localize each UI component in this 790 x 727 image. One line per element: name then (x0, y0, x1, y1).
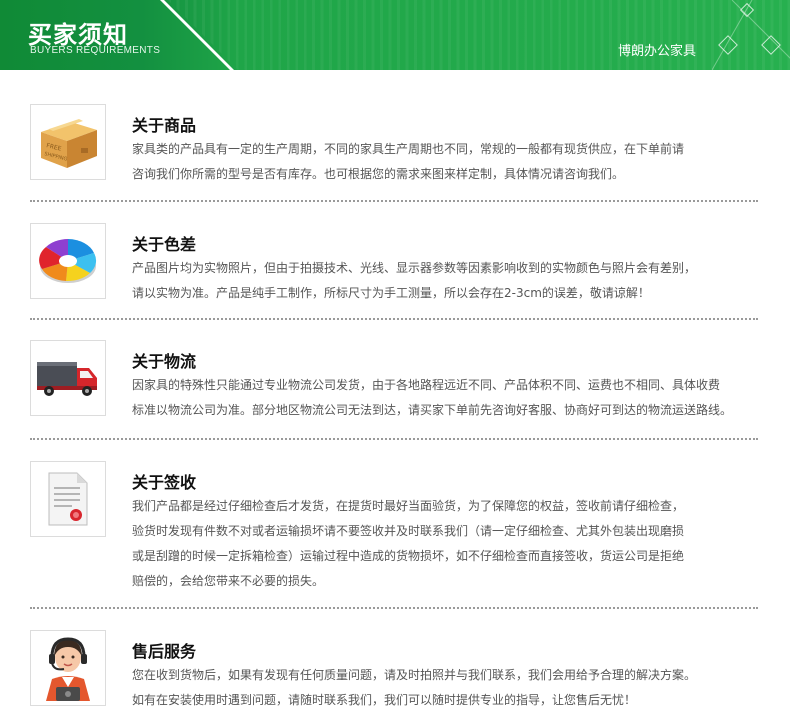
section-title: 关于物流 (132, 352, 197, 371)
customer-service-icon (46, 637, 90, 701)
section-text-line: 因家具的特殊性只能通过专业物流公司发货，由于各地路程远近不同、产品体积不同、运费… (132, 378, 721, 392)
section-title: 关于签收 (132, 473, 197, 492)
section-text-line: 我们产品都是经过仔细检查后才发货，在提货时最好当面验货，为了保障您的权益，签收前… (132, 499, 685, 513)
shipping-box-icon: FREE SHIPPING (41, 119, 97, 168)
section-text-line: 赔偿的，会给您带来不必要的损失。 (132, 574, 325, 588)
color-wheel-icon (39, 239, 97, 283)
dotted-divider (30, 438, 758, 440)
section-title: 关于商品 (132, 116, 197, 135)
section-icon-box (30, 630, 106, 706)
page-subtitle: BUYERS REQUIREMENTS (30, 45, 161, 56)
section-after-sales: 售后服务 您在收到货物后，如果有发现有任何质量问题，请及时拍照并与我们联系，我们… (30, 630, 760, 710)
brand-name: 博朗办公家具 (618, 44, 697, 59)
section-title: 关于色差 (132, 235, 197, 254)
dotted-divider (30, 200, 758, 202)
section-logistics: 关于物流 因家具的特殊性只能通过专业物流公司发货，由于各地路程远近不同、产品体积… (30, 340, 760, 420)
section-text-line: 家具类的产品具有一定的生产周期，不同的家具生产周期也不同，常规的一般都有现货供应… (132, 142, 685, 156)
section-icon-box (30, 461, 106, 537)
dotted-divider (30, 318, 758, 320)
section-icon-box (30, 340, 106, 416)
section-title: 售后服务 (132, 642, 197, 661)
dotted-divider (30, 607, 758, 609)
section-icon-box (30, 223, 106, 299)
section-text-line: 请以实物为准。产品是纯手工制作，所标尺寸为手工测量，所以会存在2-3cm的误差，… (132, 286, 650, 300)
header-stripes (168, 0, 790, 70)
section-color-difference: 关于色差 产品图片均为实物照片，但由于拍摄技术、光线、显示器参数等因素影响收到的… (30, 223, 760, 303)
section-text-line: 如有在安装使用时遇到问题，请随时联系我们，我们可以随时提供专业的指导，让您售后无… (132, 693, 637, 707)
section-product: FREE SHIPPING 关于商品 家具类的产品具有一定的生产周期，不同的家具… (30, 104, 760, 184)
document-seal-icon (48, 472, 88, 526)
section-icon-box: FREE SHIPPING (30, 104, 106, 180)
section-text-line: 验货时发现有件数不对或者运输损坏请不要签收并及时联系我们（请一定仔细检查、尤其外… (132, 524, 685, 538)
header-banner: 买家须知 BUYERS REQUIREMENTS 博朗办公家具 (0, 0, 790, 70)
section-text-line: 标准以物流公司为准。部分地区物流公司无法到达，请买家下单前先咨询好客服、协商好可… (132, 403, 733, 417)
section-text-line: 产品图片均为实物照片，但由于拍摄技术、光线、显示器参数等因素影响收到的实物颜色与… (132, 261, 697, 275)
section-text-line: 咨询我们你所需的型号是否有库存。也可根据您的需求来图来样定制，具体情况请咨询我们… (132, 167, 625, 181)
section-text-line: 或是刮蹭的时候一定拆箱检查）运输过程中造成的货物损坏，如不仔细检查而直接签收，货… (132, 549, 685, 563)
section-text-line: 您在收到货物后，如果有发现有任何质量问题，请及时拍照并与我们联系，我们会用给予合… (132, 668, 697, 682)
delivery-truck-icon (37, 362, 97, 396)
section-sign-for-delivery: 关于签收 我们产品都是经过仔细检查后才发货，在提货时最好当面验货，为了保障您的权… (30, 461, 760, 591)
